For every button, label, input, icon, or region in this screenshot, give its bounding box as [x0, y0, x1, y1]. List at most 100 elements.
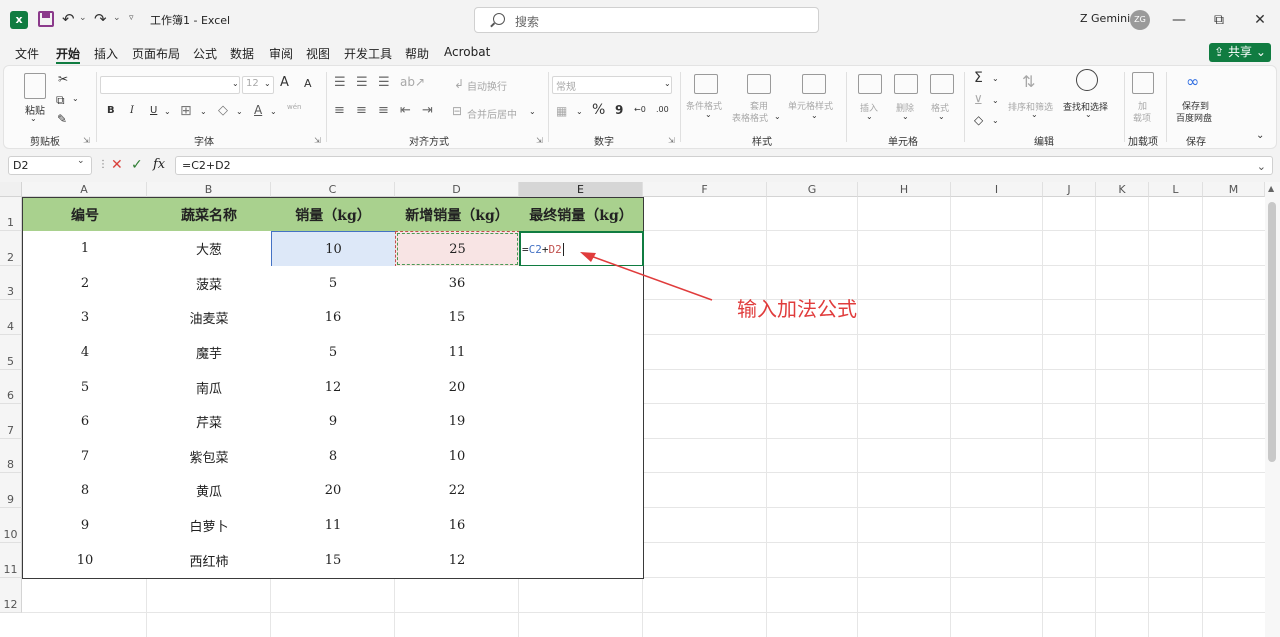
decrease-decimal-button[interactable]: .00	[656, 105, 669, 114]
underline-button[interactable]: U	[150, 105, 157, 116]
alignment-launcher-icon[interactable]: ⇲	[536, 136, 543, 145]
copy-dropdown-chevron-icon[interactable]: ⌄	[72, 94, 79, 103]
fill-color-icon[interactable]: ◇	[218, 103, 228, 118]
clear-chevron-icon[interactable]: ⌄	[992, 116, 999, 125]
tab-help[interactable]: 帮助	[405, 45, 429, 62]
tab-home[interactable]: 开始	[56, 45, 81, 64]
clipboard-launcher-icon[interactable]: ⇲	[83, 136, 90, 145]
undo-icon[interactable]: ↶	[62, 10, 75, 28]
cell-styles-icon[interactable]	[802, 74, 826, 94]
merge-chevron-icon[interactable]: ⌄	[529, 107, 536, 116]
merge-center-icon[interactable]: ⊟	[452, 104, 462, 118]
underline-chevron-icon[interactable]: ⌄	[164, 107, 171, 116]
addins-icon[interactable]	[1132, 72, 1154, 94]
font-launcher-icon[interactable]: ⇲	[314, 136, 321, 145]
fill-icon[interactable]: ⊻	[974, 93, 983, 107]
shrink-font-button[interactable]: A	[304, 77, 312, 90]
insert-cells-chevron-icon[interactable]: ⌄	[866, 112, 873, 121]
format-cells-chevron-icon[interactable]: ⌄	[938, 112, 945, 121]
confirm-entry-icon[interactable]: ✓	[131, 157, 143, 173]
comma-style-button[interactable]: 9	[615, 103, 623, 117]
merge-center-button[interactable]: 合并后居中	[467, 106, 517, 121]
number-launcher-icon[interactable]: ⇲	[668, 136, 675, 145]
worksheet-grid[interactable]: ABCDEFGHIJKLM 1 2 3 4 5 6 7 8 9 10 11 12 编号 蔬菜名称 销量（k…	[0, 182, 1280, 637]
find-select-icon[interactable]	[1076, 69, 1098, 91]
copy-icon[interactable]: ⧉	[56, 93, 65, 108]
tab-file[interactable]: 文件	[15, 45, 39, 62]
close-button[interactable]: ✕	[1245, 8, 1275, 32]
tab-page-layout[interactable]: 页面布局	[132, 45, 180, 62]
grow-font-button[interactable]: A	[280, 75, 289, 90]
borders-chevron-icon[interactable]: ⌄	[200, 107, 207, 116]
user-name[interactable]: Z Gemini	[1080, 12, 1130, 25]
decrease-indent-icon[interactable]: ⇤	[400, 103, 411, 118]
tab-review[interactable]: 审阅	[269, 45, 293, 62]
scrollbar-thumb[interactable]	[1268, 202, 1276, 462]
insert-function-icon[interactable]: fx	[153, 157, 165, 173]
increase-decimal-button[interactable]: ←0	[634, 105, 646, 114]
align-bottom-icon[interactable]: ☰	[378, 75, 390, 90]
format-painter-icon[interactable]: ✎	[57, 112, 67, 126]
collapse-ribbon-icon[interactable]: ⌄	[1256, 130, 1264, 141]
phonetic-icon[interactable]: wén	[287, 103, 301, 111]
number-format-chevron-icon[interactable]: ⌄	[664, 79, 671, 88]
increase-indent-icon[interactable]: ⇥	[422, 103, 433, 118]
font-name-select[interactable]	[100, 76, 240, 94]
save-to-line2[interactable]: 百度网盘	[1176, 111, 1212, 124]
bold-button[interactable]: B	[107, 105, 115, 116]
minimize-button[interactable]: —	[1164, 8, 1194, 32]
delete-cells-icon[interactable]	[894, 74, 918, 94]
name-box-chevron-icon[interactable]: ⌄	[77, 156, 85, 166]
font-name-chevron-icon[interactable]: ⌄	[232, 79, 239, 88]
conditional-formatting-button[interactable]: 条件格式	[686, 99, 722, 112]
format-as-table-line2[interactable]: 表格格式	[732, 111, 768, 124]
delete-cells-chevron-icon[interactable]: ⌄	[902, 112, 909, 121]
align-top-icon[interactable]: ☰	[334, 75, 346, 90]
fill-chevron-icon[interactable]: ⌄	[992, 96, 999, 105]
more-options-icon[interactable]: ⋮	[98, 157, 108, 173]
expand-formula-bar-icon[interactable]: ⌄	[1257, 158, 1266, 175]
tab-acrobat[interactable]: Acrobat	[444, 45, 490, 59]
paste-icon[interactable]	[24, 73, 46, 99]
tab-formulas[interactable]: 公式	[193, 45, 217, 62]
format-as-table-chevron-icon[interactable]: ⌄	[774, 112, 781, 121]
sort-filter-icon[interactable]: ⇅	[1022, 72, 1035, 91]
borders-icon[interactable]: ⊞	[180, 103, 192, 119]
find-select-chevron-icon[interactable]: ⌄	[1085, 110, 1092, 119]
fill-color-chevron-icon[interactable]: ⌄	[236, 107, 243, 116]
share-button[interactable]: ⇪ 共享 ⌄	[1209, 43, 1271, 62]
scroll-up-icon[interactable]: ▲	[1268, 184, 1274, 193]
search-box[interactable]: 搜索	[474, 7, 819, 33]
customize-toolbar-icon[interactable]: ▿	[129, 13, 134, 23]
font-color-chevron-icon[interactable]: ⌄	[270, 107, 277, 116]
tab-data[interactable]: 数据	[230, 45, 254, 62]
align-center-icon[interactable]: ≡	[356, 103, 367, 118]
orientation-icon[interactable]: ab↗	[400, 75, 425, 89]
conditional-formatting-chevron-icon[interactable]: ⌄	[705, 110, 712, 119]
baidu-netdisk-icon[interactable]: ∞	[1186, 72, 1199, 91]
redo-dropdown-chevron-icon[interactable]: ⌄	[113, 13, 121, 23]
cell-styles-chevron-icon[interactable]: ⌄	[811, 111, 818, 120]
tab-insert[interactable]: 插入	[94, 45, 118, 62]
format-cells-icon[interactable]	[930, 74, 954, 94]
sort-filter-chevron-icon[interactable]: ⌄	[1031, 110, 1038, 119]
align-left-icon[interactable]: ≡	[334, 103, 345, 118]
percent-button[interactable]: %	[592, 102, 605, 118]
save-icon[interactable]	[38, 11, 54, 27]
avatar[interactable]: ZG	[1130, 10, 1150, 30]
wrap-text-icon[interactable]: ↲	[454, 77, 464, 91]
format-as-table-icon[interactable]	[747, 74, 771, 94]
tab-view[interactable]: 视图	[306, 45, 330, 62]
accounting-format-icon[interactable]: ▦	[556, 104, 567, 118]
align-middle-icon[interactable]: ☰	[356, 75, 368, 90]
formula-input[interactable]: =C2+D2 ⌄	[175, 156, 1273, 175]
wrap-text-button[interactable]: 自动换行	[467, 78, 507, 93]
insert-cells-icon[interactable]	[858, 74, 882, 94]
accounting-chevron-icon[interactable]: ⌄	[576, 107, 583, 116]
restore-button[interactable]: ⧉	[1204, 8, 1234, 32]
autosum-chevron-icon[interactable]: ⌄	[992, 74, 999, 83]
redo-icon[interactable]: ↷	[94, 10, 107, 28]
align-right-icon[interactable]: ≡	[378, 103, 389, 118]
tab-developer[interactable]: 开发工具	[344, 45, 392, 62]
clear-icon[interactable]: ◇	[974, 113, 983, 127]
